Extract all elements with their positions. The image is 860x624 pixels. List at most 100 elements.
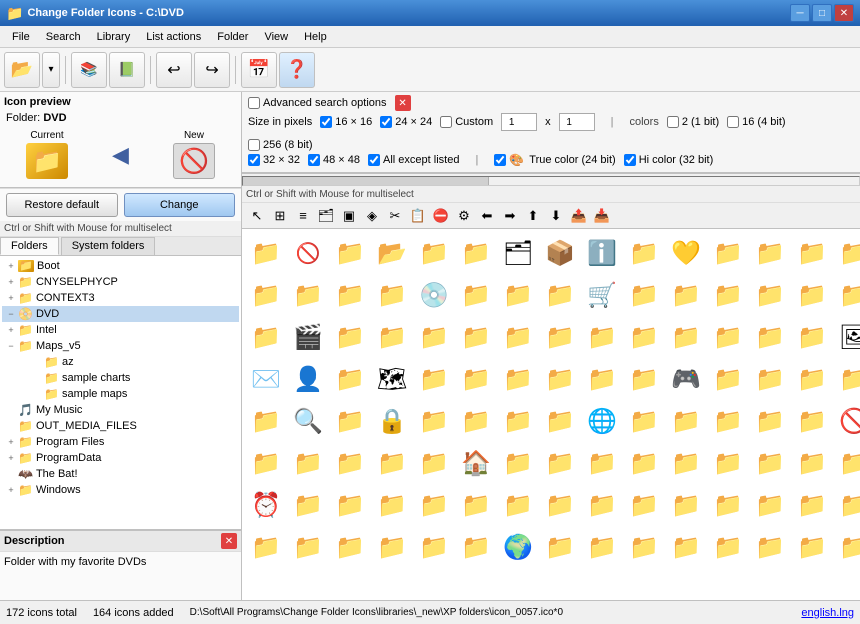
ico-tb-grid[interactable]: ⊞ [269, 205, 291, 227]
menu-library[interactable]: Library [89, 29, 139, 45]
icon-cell[interactable]: 📁 [246, 317, 286, 357]
expand-icon[interactable]: − [4, 307, 18, 321]
tree-item[interactable]: 📁 az [2, 354, 239, 370]
icon-cell[interactable]: 📁 [792, 401, 832, 441]
icon-cell[interactable]: 📁 [582, 359, 622, 399]
icon-cell[interactable]: 💛 [666, 233, 706, 273]
icon-cell[interactable]: 📁 [456, 317, 496, 357]
icon-cell[interactable]: 📁 [372, 485, 412, 525]
icon-cell[interactable]: 📁 [834, 527, 860, 567]
icon-cell[interactable]: ✉️ [246, 359, 286, 399]
icon-cell[interactable]: 🌍 [498, 527, 538, 567]
restore-default-button[interactable]: Restore default [6, 193, 118, 217]
icon-cell[interactable]: 📁 [750, 401, 790, 441]
icon-cell[interactable]: 📁 [246, 401, 286, 441]
icon-cell[interactable]: 📁 [498, 443, 538, 483]
icon-cell[interactable]: 📁 [456, 527, 496, 567]
icon-cell[interactable]: 🗂 [498, 233, 538, 273]
icon-cell[interactable]: 📁 [624, 275, 664, 315]
icon-cell[interactable]: 📁 [582, 317, 622, 357]
icon-cell[interactable]: 📁 [372, 443, 412, 483]
icon-cell[interactable]: 📁 [456, 401, 496, 441]
icon-cell[interactable]: 📁 [372, 317, 412, 357]
icon-cell[interactable]: 🚫 [834, 401, 860, 441]
icon-cell[interactable]: 📁 [666, 443, 706, 483]
icon-cell[interactable]: 🎮 [666, 359, 706, 399]
icon-cell[interactable]: 📁 [792, 359, 832, 399]
icon-cell[interactable]: 📁 [624, 233, 664, 273]
ico-tb-cut[interactable]: ✂ [384, 205, 406, 227]
maximize-button[interactable]: □ [812, 4, 832, 22]
icon-cell[interactable]: 📁 [750, 485, 790, 525]
tree-item[interactable]: + 📁 Program Files [2, 434, 239, 450]
icon-cell[interactable]: 📁 [456, 275, 496, 315]
toolbar-help-button[interactable]: ❓ [279, 52, 315, 88]
icon-cell[interactable]: 📁 [540, 443, 580, 483]
icon-cell[interactable]: 📂 [372, 233, 412, 273]
custom-y-input[interactable] [559, 113, 595, 131]
expand-icon[interactable] [4, 403, 18, 417]
hi-color-checkbox[interactable]: Hi color (32 bit) [624, 154, 714, 166]
size-48-checkbox[interactable]: 48 × 48 [308, 154, 360, 166]
icon-cell[interactable]: 📁 [624, 527, 664, 567]
color-2bit-checkbox[interactable]: 2 (1 bit) [667, 116, 719, 128]
true-color-checkbox[interactable]: 🎨 True color (24 bit) [494, 153, 615, 167]
size-24-checkbox[interactable]: 24 × 24 [380, 116, 432, 128]
icon-cell[interactable]: 📁 [498, 275, 538, 315]
icon-cell[interactable]: 📁 [792, 443, 832, 483]
menu-help[interactable]: Help [296, 29, 335, 45]
expand-icon[interactable] [30, 355, 44, 369]
tree-item[interactable]: + 📁 Boot [2, 258, 239, 274]
ico-tb-export[interactable]: 📤 [568, 205, 590, 227]
ico-tb-pointer[interactable]: ↖ [246, 205, 268, 227]
icon-cell[interactable]: 📁 [750, 275, 790, 315]
ico-tb-down[interactable]: ⬇ [545, 205, 567, 227]
icon-cell[interactable]: 📁 [414, 401, 454, 441]
toolbar-open-button[interactable]: 📂 [4, 52, 40, 88]
ico-tb-copy[interactable]: 📋 [407, 205, 429, 227]
icon-cell[interactable]: 📁 [330, 527, 370, 567]
advanced-search-checkbox[interactable]: Advanced search options [248, 97, 387, 109]
icon-cell[interactable]: 📁 [288, 527, 328, 567]
tree-item[interactable]: + 📁 ProgramData [2, 450, 239, 466]
tree-item[interactable]: 🎵 My Music [2, 402, 239, 418]
icon-cell[interactable]: 🛒 [582, 275, 622, 315]
tree-item[interactable]: + 📁 CNYSELPHYCP [2, 274, 239, 290]
menu-search[interactable]: Search [38, 29, 89, 45]
expand-icon[interactable] [4, 419, 18, 433]
icon-cell[interactable]: 📁 [708, 359, 748, 399]
tree-item[interactable]: 🦇 The Bat! [2, 466, 239, 482]
icon-cell[interactable]: 📁 [750, 443, 790, 483]
icon-cell[interactable]: 📁 [708, 317, 748, 357]
icon-cell[interactable]: 📁 [582, 443, 622, 483]
icon-cell[interactable]: 📁 [372, 527, 412, 567]
expand-icon[interactable]: + [4, 259, 18, 273]
custom-checkbox[interactable]: Custom [440, 116, 493, 128]
icon-cell[interactable]: 📁 [834, 443, 860, 483]
icon-cell[interactable]: 📁 [456, 359, 496, 399]
icon-cell[interactable]: 📁 [330, 317, 370, 357]
icon-cell[interactable]: 📁 [414, 443, 454, 483]
icon-cell[interactable]: 📁 [708, 527, 748, 567]
icon-cell[interactable]: 📁 [414, 527, 454, 567]
search-close-button[interactable]: ✕ [395, 95, 411, 111]
icon-cell[interactable]: 📁 [330, 485, 370, 525]
icon-cell[interactable]: 📁 [288, 485, 328, 525]
ico-tb-list[interactable]: ≡ [292, 205, 314, 227]
icon-cell[interactable]: 🖼 [834, 317, 860, 357]
icon-cell[interactable]: 📁 [414, 359, 454, 399]
icon-cell[interactable]: 📁 [540, 401, 580, 441]
color-16bit-checkbox[interactable]: 16 (4 bit) [727, 116, 785, 128]
ico-tb-select-all[interactable]: ▣ [338, 205, 360, 227]
icon-cell[interactable]: 📁 [540, 275, 580, 315]
icon-cell[interactable]: ℹ️ [582, 233, 622, 273]
menu-list-actions[interactable]: List actions [138, 29, 209, 45]
icon-cell[interactable]: 📁 [246, 443, 286, 483]
icon-cell[interactable]: 📁 [708, 485, 748, 525]
toolbar-redo-button[interactable]: ↩ [194, 52, 230, 88]
icon-cell[interactable]: 📁 [582, 485, 622, 525]
ico-tb-prev[interactable]: ⬅ [476, 205, 498, 227]
icon-cell[interactable]: 📁 [792, 317, 832, 357]
tree-item[interactable]: − 📁 Maps_v5 [2, 338, 239, 354]
icon-cell[interactable]: 📁 [540, 527, 580, 567]
